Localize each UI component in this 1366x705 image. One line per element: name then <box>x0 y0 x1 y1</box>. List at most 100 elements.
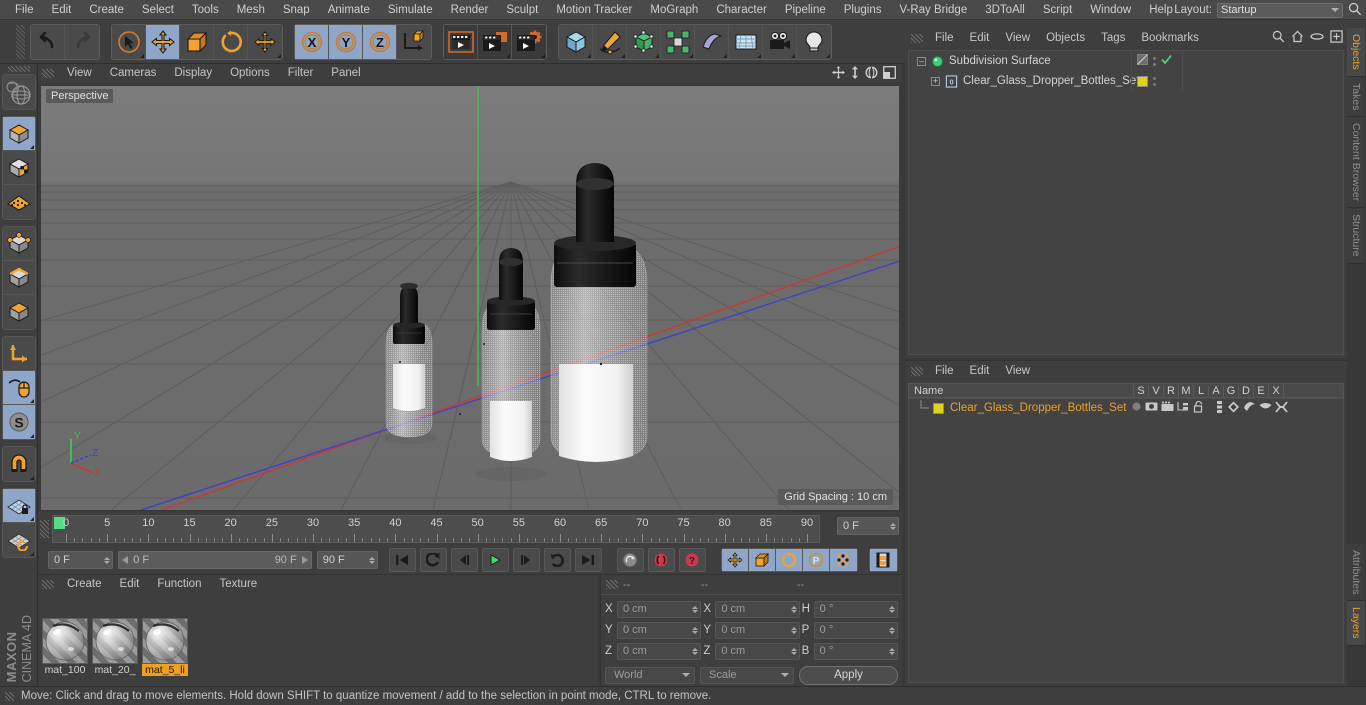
polygons-mode-icon[interactable] <box>2 295 35 329</box>
move-axis-tool[interactable] <box>248 24 282 59</box>
move-tool[interactable] <box>146 24 180 59</box>
maximize-icon[interactable] <box>883 66 896 82</box>
material-thumbnail[interactable] <box>42 618 88 664</box>
axis-z-button[interactable]: Z <box>363 24 397 59</box>
layer-column-D[interactable]: D <box>1238 384 1253 397</box>
render-region-button[interactable] <box>478 24 512 59</box>
edges-mode-icon[interactable] <box>2 261 35 295</box>
layer-column-X[interactable]: X <box>1268 384 1283 397</box>
menu-item-select[interactable]: Select <box>133 0 183 20</box>
object-manager-menu-view[interactable]: View <box>997 28 1038 48</box>
go-to-end-button[interactable] <box>574 548 602 572</box>
menu-item-pipeline[interactable]: Pipeline <box>776 0 835 20</box>
viewport-globe-icon[interactable] <box>2 75 35 109</box>
play-forward-button[interactable] <box>481 548 509 572</box>
menu-item-create[interactable]: Create <box>80 0 133 20</box>
live-selection-tool[interactable] <box>112 24 146 59</box>
stepper-icon[interactable] <box>368 556 375 564</box>
render-view-button[interactable] <box>444 24 478 59</box>
object-row[interactable]: – Subdivision Surface <box>909 51 1343 71</box>
object-manager-menu-tags[interactable]: Tags <box>1093 28 1133 48</box>
visibility-dots-icon[interactable] <box>1153 56 1156 66</box>
autokeying-button[interactable] <box>647 548 675 572</box>
texture-mode-icon[interactable] <box>2 151 35 185</box>
record-active-objects-button[interactable] <box>616 548 644 572</box>
points-mode-icon[interactable] <box>2 227 35 261</box>
play-back-button[interactable] <box>450 548 478 572</box>
viewport-menu-display[interactable]: Display <box>165 64 221 83</box>
frame-back-button[interactable] <box>419 548 447 572</box>
orbit-icon[interactable] <box>865 66 878 82</box>
deformer-icon[interactable] <box>1243 401 1256 416</box>
object-row[interactable]: +0 Clear_Glass_Dropper_Bottles_Set <box>909 71 1343 91</box>
menu-item-motion-tracker[interactable]: Motion Tracker <box>547 0 641 20</box>
home-icon[interactable] <box>1291 30 1304 46</box>
menu-item-sculpt[interactable]: Sculpt <box>497 0 547 20</box>
loop-button[interactable] <box>543 548 571 572</box>
timeline-ruler[interactable]: 0 5 10 15 20 25 30 35 40 45 50 55 60 65 70 75 80 85 90 <box>52 515 820 543</box>
menu-item-mograph[interactable]: MoGraph <box>641 0 707 20</box>
light-button[interactable] <box>797 24 831 59</box>
render-icon[interactable] <box>1161 401 1174 415</box>
layer-manager-menu-edit[interactable]: Edit <box>962 361 998 381</box>
deformer-button[interactable] <box>695 24 729 59</box>
workplane-lock-icon[interactable] <box>2 489 35 523</box>
dolly-icon[interactable] <box>850 66 860 82</box>
solo-icon[interactable] <box>1131 401 1142 415</box>
object-manager-menu-file[interactable]: File <box>927 28 962 48</box>
magnet-icon[interactable] <box>2 447 35 481</box>
layout-dropdown[interactable]: Startup <box>1217 2 1343 18</box>
stepper-icon[interactable] <box>888 626 895 634</box>
search-icon[interactable] <box>1272 30 1285 46</box>
timeline-grip[interactable] <box>40 520 49 538</box>
coord-rotation-field[interactable]: 0 ° <box>813 600 898 618</box>
coordinate-system-dropdown[interactable]: World <box>605 666 695 684</box>
apply-button[interactable]: Apply <box>799 665 898 685</box>
mograph-array-button[interactable] <box>661 24 695 59</box>
coord-rotation-field[interactable]: 0 ° <box>813 642 898 660</box>
enabled-check-icon[interactable] <box>1161 54 1172 68</box>
animation-icon[interactable] <box>1215 400 1224 416</box>
viewport-3d-scene[interactable]: Perspective Y X Z Grid Spacing: 10 cm <box>41 86 899 510</box>
viewport-menu-filter[interactable]: Filter <box>279 64 323 83</box>
current-frame-field[interactable]: 0 F <box>48 551 114 569</box>
viewport-menu-cameras[interactable]: Cameras <box>101 64 166 83</box>
cube-primitive-button[interactable] <box>559 24 593 59</box>
menu-item-plugins[interactable]: Plugins <box>835 0 891 20</box>
enable-axis-icon[interactable] <box>2 371 35 405</box>
material-item[interactable]: mat_5_li <box>142 618 188 676</box>
generator-icon[interactable] <box>1227 401 1240 416</box>
frame-forward-button[interactable] <box>512 548 540 572</box>
menu-item-simulate[interactable]: Simulate <box>379 0 442 20</box>
coord-size-field[interactable]: 0 cm <box>715 642 800 660</box>
stepper-icon[interactable] <box>888 605 895 613</box>
texture-axis-icon[interactable] <box>2 185 35 219</box>
menu-item-character[interactable]: Character <box>707 0 776 20</box>
layer-column-A[interactable]: A <box>1208 384 1223 397</box>
stepper-icon[interactable] <box>790 647 797 655</box>
menu-item-v-ray-bridge[interactable]: V-Ray Bridge <box>890 0 976 20</box>
object-manager-menu-objects[interactable]: Objects <box>1038 28 1093 48</box>
point-level-animation-button[interactable] <box>829 549 857 571</box>
manager-icon[interactable] <box>1177 401 1190 415</box>
redo-button[interactable] <box>65 24 99 59</box>
material-name[interactable]: mat_5_li <box>142 664 188 676</box>
xpresso-icon[interactable] <box>1275 400 1288 416</box>
visibility-dots-icon[interactable] <box>1153 76 1156 86</box>
pan-icon[interactable] <box>832 66 845 82</box>
rotate-tool[interactable] <box>214 24 248 59</box>
menu-item-snap[interactable]: Snap <box>274 0 319 20</box>
viewport-menu-panel[interactable]: Panel <box>322 64 369 83</box>
menu-item-window[interactable]: Window <box>1081 0 1140 20</box>
material-thumbnail[interactable] <box>142 618 188 664</box>
timeline-toggle-button[interactable] <box>869 549 897 571</box>
stepper-icon[interactable] <box>692 626 699 634</box>
render-settings-button[interactable] <box>512 24 546 59</box>
viewport-menu-options[interactable]: Options <box>221 64 279 83</box>
menu-item-render[interactable]: Render <box>442 0 498 20</box>
tree-expander[interactable]: – <box>917 56 926 66</box>
coord-size-field[interactable]: 0 cm <box>715 600 800 618</box>
camera-button[interactable] <box>763 24 797 59</box>
object-manager-menu-bookmarks[interactable]: Bookmarks <box>1133 28 1207 48</box>
material-menu-edit[interactable]: Edit <box>111 575 149 594</box>
